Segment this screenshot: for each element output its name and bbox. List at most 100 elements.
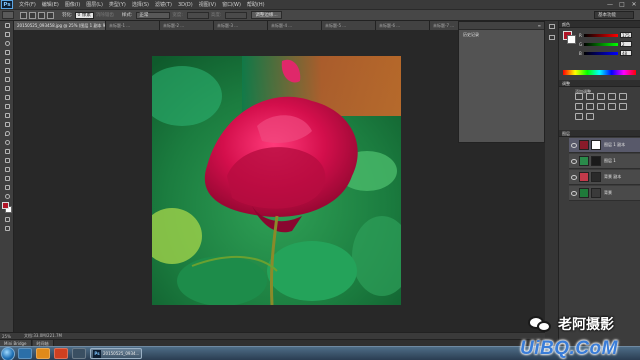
channel-mixer-icon[interactable] bbox=[619, 103, 627, 110]
menu-filter[interactable]: 滤镜(T) bbox=[152, 0, 175, 10]
hand-tool-icon[interactable] bbox=[0, 183, 14, 192]
clone-stamp-tool-icon[interactable] bbox=[0, 93, 14, 102]
path-selection-tool-icon[interactable] bbox=[0, 165, 14, 174]
layer-mask-thumbnail[interactable] bbox=[591, 188, 601, 198]
app-taskbar-icon[interactable] bbox=[54, 348, 68, 359]
doc-tab[interactable]: 未标题-3 ... bbox=[214, 21, 268, 30]
lasso-tool-icon[interactable] bbox=[0, 39, 14, 48]
photo-filter-icon[interactable] bbox=[608, 103, 616, 110]
subtract-selection-icon[interactable] bbox=[38, 11, 45, 19]
brush-tool-icon[interactable] bbox=[0, 84, 14, 93]
rose-photo[interactable] bbox=[152, 56, 401, 305]
tool-preset-picker[interactable] bbox=[2, 11, 14, 19]
explorer-taskbar-icon[interactable] bbox=[72, 348, 86, 359]
history-brush-tool-icon[interactable] bbox=[0, 102, 14, 111]
marquee-tool-icon[interactable] bbox=[0, 30, 14, 39]
invert-icon[interactable] bbox=[575, 113, 583, 120]
add-selection-icon[interactable] bbox=[29, 11, 36, 19]
screen-mode-icon[interactable] bbox=[0, 224, 14, 233]
shape-tool-icon[interactable] bbox=[0, 174, 14, 183]
layers-tab[interactable]: 图层 bbox=[559, 130, 640, 137]
type-tool-icon[interactable] bbox=[0, 156, 14, 165]
posterize-icon[interactable] bbox=[586, 113, 594, 120]
brightness-icon[interactable] bbox=[575, 93, 583, 100]
width-input[interactable] bbox=[186, 11, 209, 19]
properties-panel-icon[interactable] bbox=[545, 32, 559, 43]
layer-mask-thumbnail[interactable] bbox=[591, 172, 601, 182]
crop-tool-icon[interactable] bbox=[0, 57, 14, 66]
new-selection-icon[interactable] bbox=[20, 11, 27, 19]
maximize-button[interactable]: □ bbox=[616, 0, 628, 10]
menu-view[interactable]: 视图(V) bbox=[196, 0, 219, 10]
menu-file[interactable]: 文件(F) bbox=[16, 0, 39, 10]
red-slider[interactable]: R 175 bbox=[579, 31, 635, 39]
layer-row[interactable]: 图层 1 bbox=[569, 154, 640, 169]
pen-tool-icon[interactable] bbox=[0, 147, 14, 156]
blue-value-input[interactable]: 48 bbox=[620, 50, 632, 56]
menu-type[interactable]: 类型(Y) bbox=[106, 0, 129, 10]
start-button[interactable] bbox=[1, 346, 15, 360]
media-player-taskbar-icon[interactable] bbox=[36, 348, 50, 359]
quick-select-tool-icon[interactable] bbox=[0, 48, 14, 57]
color-balance-icon[interactable] bbox=[586, 103, 594, 110]
move-tool-icon[interactable] bbox=[0, 21, 14, 30]
close-button[interactable]: ✕ bbox=[628, 0, 640, 10]
minimize-button[interactable]: — bbox=[604, 0, 616, 10]
photoshop-taskbar-item[interactable]: Ps 20150525_0934... bbox=[90, 348, 142, 359]
layer-mask-thumbnail[interactable] bbox=[591, 140, 601, 150]
hue-saturation-icon[interactable] bbox=[575, 103, 583, 110]
doc-tab[interactable]: 未标题-4 ... bbox=[268, 21, 322, 30]
green-value-input[interactable]: 2 bbox=[620, 41, 632, 47]
menu-select[interactable]: 选择(S) bbox=[129, 0, 152, 10]
black-white-icon[interactable] bbox=[597, 103, 605, 110]
intersect-selection-icon[interactable] bbox=[47, 11, 54, 19]
adjustments-tab[interactable]: 调整 bbox=[559, 80, 640, 87]
zoom-level[interactable]: 25% bbox=[0, 334, 14, 339]
menu-edit[interactable]: 编辑(E) bbox=[39, 0, 62, 10]
doc-tab[interactable]: 未标题-1 ... bbox=[106, 21, 160, 30]
menu-layer[interactable]: 图层(L) bbox=[83, 0, 106, 10]
foreground-color-swatch[interactable] bbox=[2, 202, 9, 209]
red-value-input[interactable]: 175 bbox=[620, 32, 632, 38]
history-tab[interactable]: 历史记录 bbox=[459, 30, 544, 39]
vibrance-icon[interactable] bbox=[619, 93, 627, 100]
menu-help[interactable]: 帮助(H) bbox=[244, 0, 268, 10]
eye-icon[interactable] bbox=[571, 174, 577, 180]
eye-icon[interactable] bbox=[571, 158, 577, 164]
height-input[interactable] bbox=[225, 11, 248, 19]
menu-window[interactable]: 窗口(W) bbox=[219, 0, 244, 10]
blue-slider[interactable]: B 48 bbox=[579, 49, 635, 57]
dodge-tool-icon[interactable] bbox=[0, 138, 14, 147]
ie-taskbar-icon[interactable] bbox=[18, 348, 32, 359]
layer-row[interactable]: 背景 bbox=[569, 186, 640, 201]
doc-tab-active[interactable]: 20150525_093458.jpg @ 25% (图层 1 副本 9/8) bbox=[14, 21, 106, 30]
eye-icon[interactable] bbox=[571, 142, 577, 148]
style-select[interactable]: 正常 bbox=[136, 11, 171, 19]
menu-image[interactable]: 图像(I) bbox=[62, 0, 83, 10]
doc-tab[interactable]: 未标题-5 ... bbox=[322, 21, 376, 30]
color-spectrum[interactable] bbox=[563, 70, 636, 75]
eraser-tool-icon[interactable] bbox=[0, 111, 14, 120]
refine-edge-button[interactable]: 调整边缘... bbox=[251, 11, 282, 19]
curves-icon[interactable] bbox=[597, 93, 605, 100]
levels-icon[interactable] bbox=[586, 93, 594, 100]
history-panel-icon[interactable] bbox=[545, 21, 559, 32]
zoom-tool-icon[interactable] bbox=[0, 192, 14, 201]
doc-tab[interactable]: 未标题-2 ... bbox=[160, 21, 214, 30]
layer-row[interactable]: 图层 1 副本 bbox=[569, 138, 640, 153]
eyedropper-tool-icon[interactable] bbox=[0, 66, 14, 75]
layer-mask-thumbnail[interactable] bbox=[591, 156, 601, 166]
layer-row[interactable]: 背景 副本 bbox=[569, 170, 640, 185]
workspace-select[interactable]: 基本功能 bbox=[594, 11, 634, 19]
gradient-tool-icon[interactable] bbox=[0, 120, 14, 129]
feather-input[interactable]: 0 像素 bbox=[74, 11, 94, 19]
green-slider[interactable]: G 2 bbox=[579, 40, 635, 48]
quick-mask-icon[interactable] bbox=[0, 215, 14, 224]
color-panel-bg-swatch[interactable] bbox=[567, 35, 576, 44]
panel-menu-icon[interactable]: ≡ bbox=[459, 22, 544, 30]
antialias-checkbox[interactable]: 消除锯齿 bbox=[96, 12, 114, 18]
menu-3d[interactable]: 3D(D) bbox=[175, 0, 196, 10]
doc-tab[interactable]: 未标题-6 ... bbox=[376, 21, 430, 30]
color-panel-tab[interactable]: 颜色 bbox=[559, 21, 640, 28]
blur-tool-icon[interactable] bbox=[0, 129, 14, 138]
